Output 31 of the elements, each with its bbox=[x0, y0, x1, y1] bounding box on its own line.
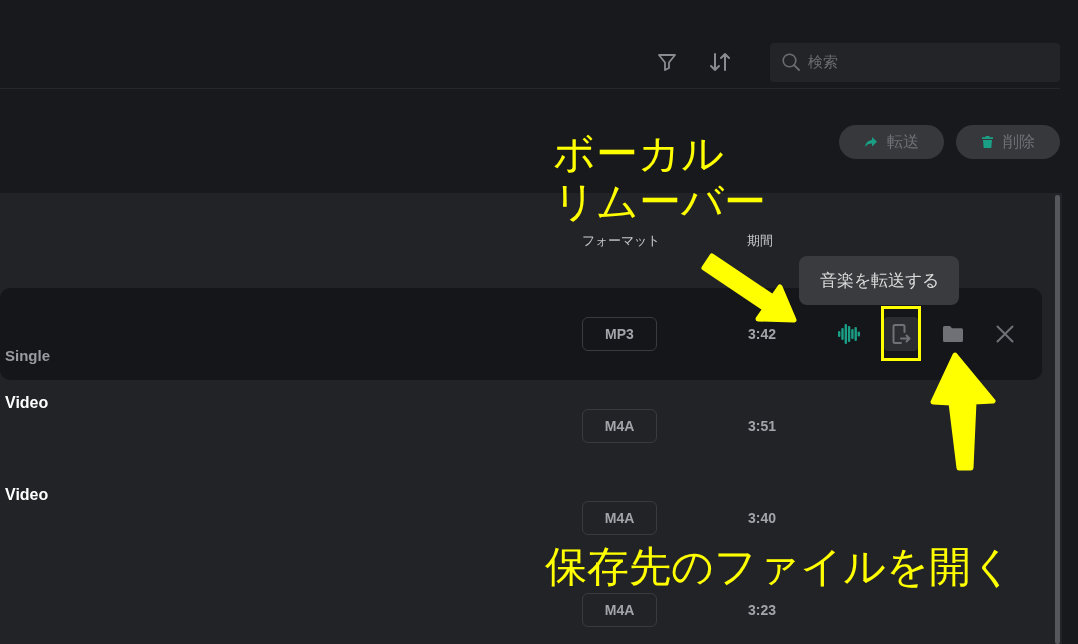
annotation-text: ボーカル bbox=[553, 130, 724, 178]
close-icon bbox=[996, 325, 1014, 343]
column-header: フォーマット bbox=[582, 231, 660, 250]
track-title: Video bbox=[5, 485, 49, 505]
duration-text: 3:42 bbox=[748, 326, 777, 342]
format-tag: M4A bbox=[582, 593, 657, 627]
transfer-button[interactable] bbox=[884, 317, 918, 351]
waveform-icon bbox=[838, 324, 860, 344]
column-header: 期間 bbox=[747, 231, 773, 250]
search-field[interactable]: 検索 bbox=[770, 42, 1060, 82]
search-icon bbox=[782, 52, 800, 71]
track-title: Video bbox=[5, 393, 49, 413]
annotation-text: 保存先のファイルを開く bbox=[545, 543, 1014, 591]
duration-text: 3:40 bbox=[748, 510, 777, 526]
format-tag: M4A bbox=[582, 501, 657, 535]
duration-text: 3:51 bbox=[748, 418, 777, 434]
sort-icon[interactable] bbox=[709, 52, 731, 72]
folder-icon bbox=[943, 326, 963, 342]
format-tag: M4A bbox=[582, 409, 657, 443]
trash-icon bbox=[982, 136, 993, 148]
annotation-text: リムーバー bbox=[553, 178, 766, 226]
scrollbar[interactable] bbox=[1054, 195, 1060, 644]
tooltip: 音楽を転送する bbox=[799, 256, 959, 305]
list-row[interactable]: Single MP3 3:42 bbox=[0, 288, 1042, 380]
filter-icon[interactable] bbox=[657, 52, 677, 72]
duration-text: 3:23 bbox=[748, 602, 777, 618]
phone-arrow-icon bbox=[891, 323, 911, 345]
share-arrow-icon bbox=[865, 137, 877, 147]
track-subtitle: Single bbox=[5, 346, 50, 366]
highlight-frame bbox=[881, 306, 921, 361]
format-tag: MP3 bbox=[582, 317, 657, 351]
